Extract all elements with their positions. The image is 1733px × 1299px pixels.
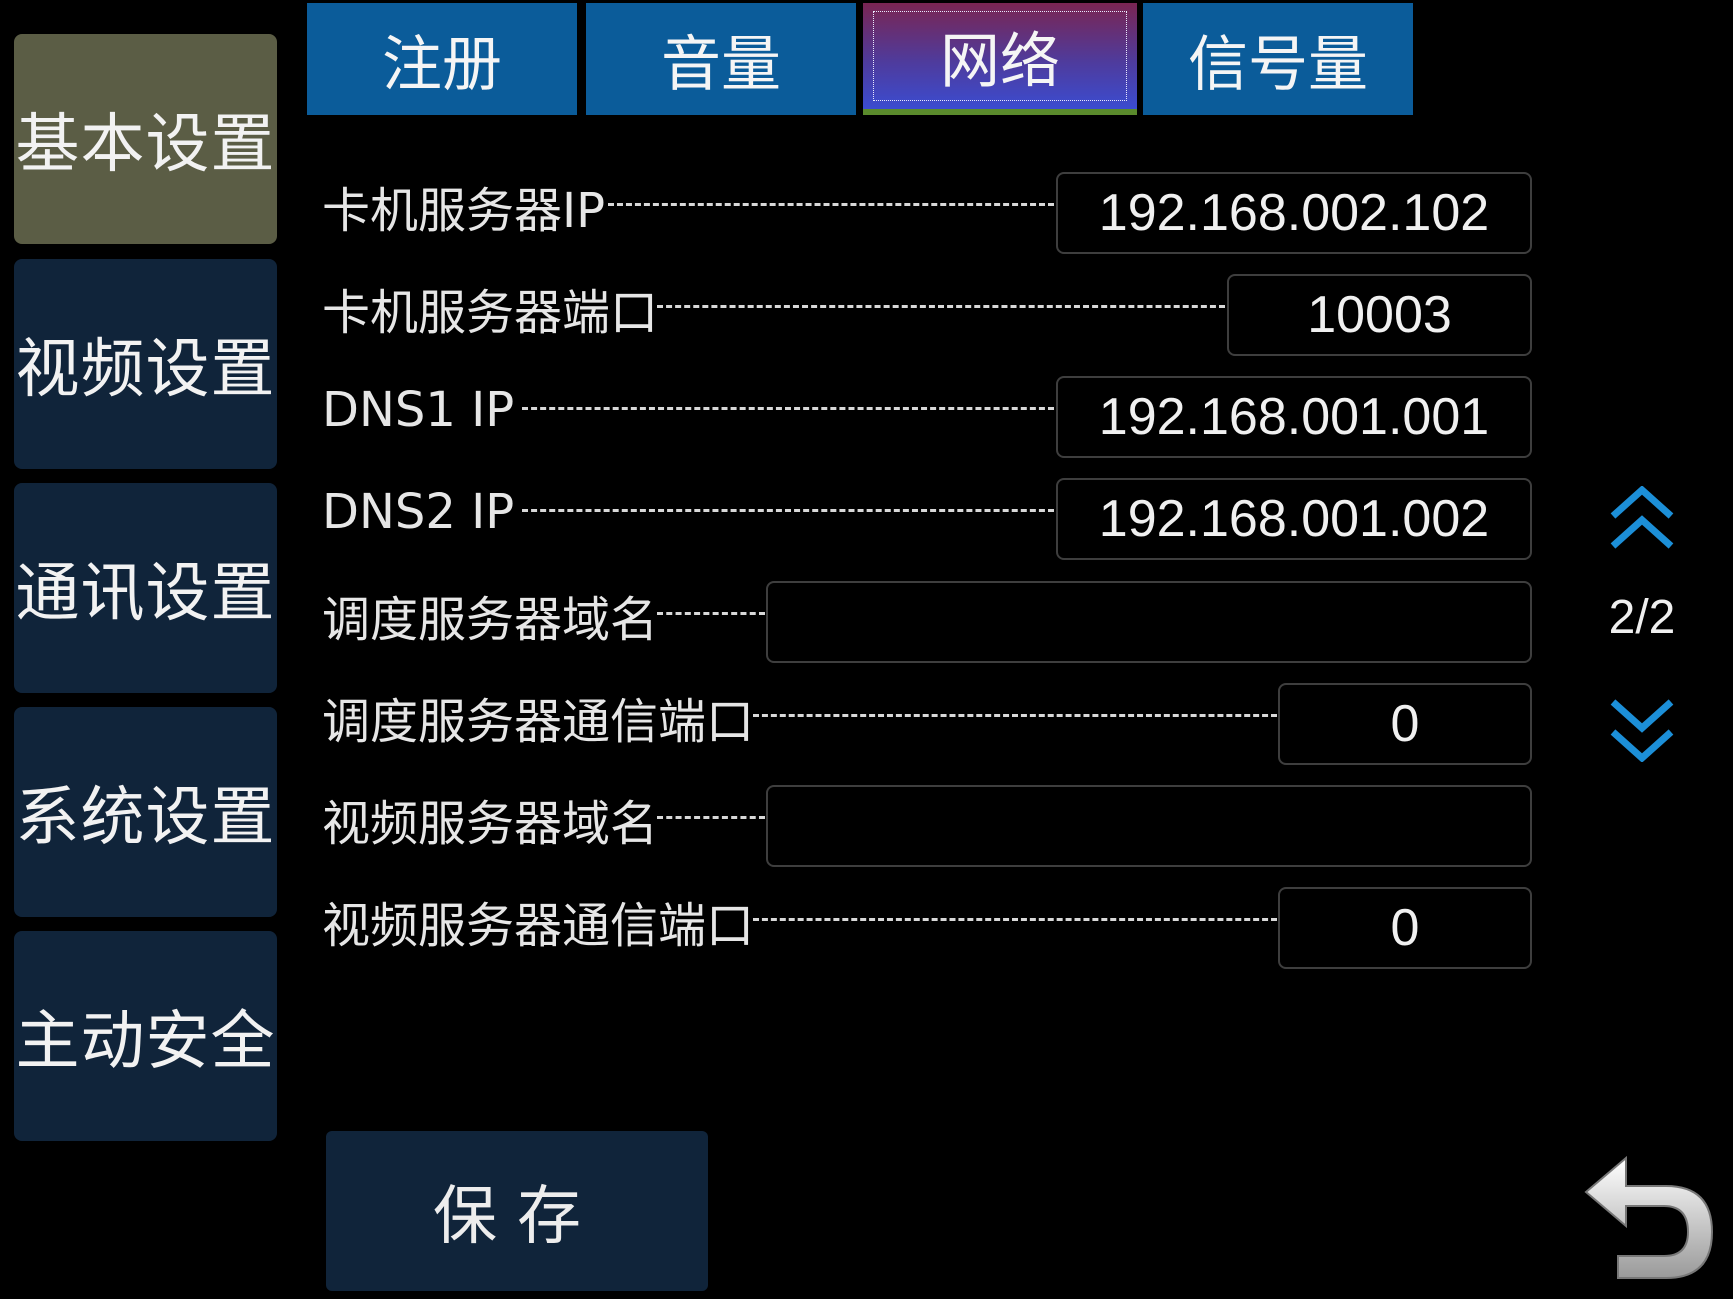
tab-signal-strength[interactable]: 信号量	[1143, 3, 1413, 115]
double-chevron-up-icon[interactable]	[1607, 485, 1677, 552]
field-label-card-server-ip: 卡机服务器IP	[322, 183, 606, 239]
sidebar-item-basic-settings[interactable]: 基本设置	[14, 34, 277, 244]
return-arrow-icon[interactable]	[1578, 1150, 1718, 1286]
tab-label: 信号量	[1188, 29, 1368, 100]
tab-network[interactable]: 网络	[863, 3, 1137, 115]
sidebar-item-label: 通讯设置	[15, 557, 276, 631]
save-button[interactable]: 保存	[326, 1131, 708, 1291]
dispatch-server-port-field[interactable]: 0	[1278, 683, 1532, 765]
field-label-dispatch-server-port: 调度服务器通信端口	[322, 694, 755, 750]
field-value: 10003	[1307, 286, 1452, 344]
field-label-video-server-domain: 视频服务器域名	[322, 796, 659, 852]
leader-line	[608, 203, 1054, 206]
leader-line	[522, 407, 1054, 410]
tab-label: 注册	[382, 29, 502, 100]
sidebar-item-system-settings[interactable]: 系统设置	[14, 707, 277, 917]
video-server-domain-field[interactable]	[766, 785, 1532, 867]
tab-volume[interactable]: 音量	[586, 3, 856, 115]
save-button-label: 保存	[433, 1180, 601, 1254]
field-value: 0	[1390, 695, 1420, 753]
field-label-card-server-port: 卡机服务器端口	[322, 285, 659, 341]
field-value: 192.168.001.001	[1098, 388, 1490, 446]
sidebar-item-label: 基本设置	[15, 108, 276, 182]
tab-register[interactable]: 注册	[307, 3, 577, 115]
tab-label: 音量	[661, 29, 781, 100]
field-value: 192.168.001.002	[1098, 490, 1490, 548]
field-value: 0	[1390, 899, 1420, 957]
leader-line	[657, 305, 1225, 308]
sidebar-item-communication-settings[interactable]: 通讯设置	[14, 483, 277, 693]
field-label-dns1-ip: DNS1 IP	[322, 382, 515, 438]
dns2-ip-field[interactable]: 192.168.001.002	[1056, 478, 1532, 560]
leader-line	[657, 612, 765, 615]
leader-line	[753, 714, 1277, 717]
double-chevron-down-icon[interactable]	[1607, 696, 1677, 763]
sidebar-item-active-safety[interactable]: 主动安全	[14, 931, 277, 1141]
leader-line	[657, 816, 765, 819]
page-indicator: 2/2	[1608, 591, 1676, 644]
leader-line	[522, 509, 1054, 512]
dispatch-server-domain-field[interactable]	[766, 581, 1532, 663]
field-label-dispatch-server-domain: 调度服务器域名	[322, 592, 659, 648]
field-label-video-server-port: 视频服务器通信端口	[322, 898, 755, 954]
field-label-dns2-ip: DNS2 IP	[322, 484, 515, 540]
video-server-port-field[interactable]: 0	[1278, 887, 1532, 969]
field-value: 192.168.002.102	[1098, 184, 1490, 242]
card-server-ip-field[interactable]: 192.168.002.102	[1056, 172, 1532, 254]
leader-line	[753, 918, 1277, 921]
sidebar-item-label: 视频设置	[15, 333, 276, 407]
sidebar-item-label: 主动安全	[15, 1005, 276, 1079]
sidebar-item-label: 系统设置	[15, 781, 276, 855]
card-server-port-field[interactable]: 10003	[1227, 274, 1532, 356]
tab-label: 网络	[940, 26, 1060, 97]
sidebar-item-video-settings[interactable]: 视频设置	[14, 259, 277, 469]
dns1-ip-field[interactable]: 192.168.001.001	[1056, 376, 1532, 458]
